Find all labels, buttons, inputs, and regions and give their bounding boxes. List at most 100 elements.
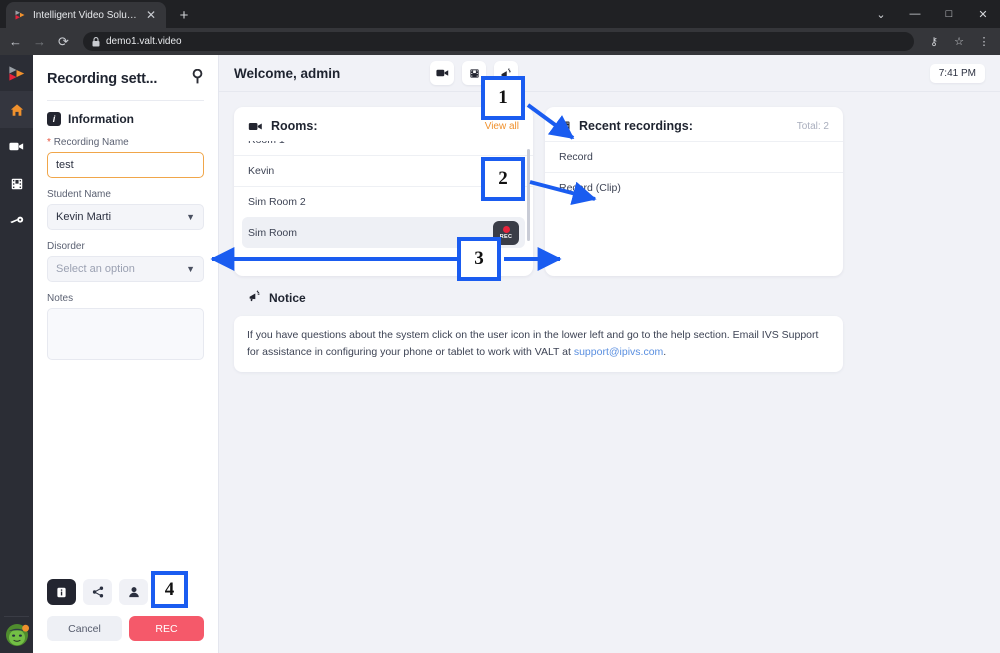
person-tool-button[interactable] <box>119 579 148 605</box>
clock-display: 7:41 PM <box>929 63 985 83</box>
maximize-icon[interactable]: □ <box>932 0 966 28</box>
pin-icon[interactable] <box>191 68 204 89</box>
student-name-field: Student Name Kevin Marti ▼ <box>33 189 218 230</box>
disorder-value: Select an option <box>56 263 135 275</box>
room-label: Kevin <box>248 165 275 177</box>
view-all-link[interactable]: View all <box>485 121 519 132</box>
topbar-camera-button[interactable] <box>430 61 455 85</box>
megaphone-icon <box>248 289 261 307</box>
annotation-marker-1: 1 <box>481 76 525 120</box>
recent-card-title: Recent recordings: <box>579 119 693 133</box>
back-icon[interactable]: ← <box>8 34 23 49</box>
video-camera-icon <box>248 121 263 132</box>
screenshot-root: Intelligent Video Solutions ✕ + ⌄ — □ ✕ … <box>0 0 1000 653</box>
annotation-marker-2: 2 <box>481 157 525 201</box>
sidebar-item-access[interactable] <box>0 202 33 239</box>
list-item[interactable]: Record (Clip) <box>545 172 843 203</box>
key-icon <box>10 216 24 224</box>
support-email-link[interactable]: support@ipivs.com <box>574 346 663 358</box>
address-bar-url: demo1.valt.video <box>106 36 182 47</box>
sidebar-item-home[interactable] <box>0 91 33 128</box>
notes-textarea[interactable] <box>47 308 204 360</box>
window-controls: ⌄ — □ ✕ <box>864 0 1000 28</box>
action-button-row: Cancel REC <box>47 616 204 641</box>
sidebar-rec-button[interactable]: REC <box>129 616 204 641</box>
reload-icon[interactable]: ⟳ <box>56 34 71 50</box>
film-icon <box>11 178 22 189</box>
table-row[interactable]: Room 1 <box>234 141 533 155</box>
window-close-icon[interactable]: ✕ <box>966 0 1000 28</box>
sidebar-item-rooms[interactable] <box>0 128 33 165</box>
info-icon: i <box>47 112 61 126</box>
disorder-select[interactable]: Select an option ▼ <box>47 256 204 282</box>
recent-card-header: Recent recordings: Total: 2 <box>545 107 843 141</box>
camera-icon <box>436 69 448 77</box>
room-label: Room 1 <box>248 141 285 146</box>
notice-body: If you have questions about the system c… <box>234 316 843 372</box>
browser-tab[interactable]: Intelligent Video Solutions ✕ <box>6 2 166 28</box>
pin-glyph <box>192 68 203 84</box>
browser-menu-icon[interactable]: ⋮ <box>976 35 992 48</box>
ivs-favicon <box>15 10 25 20</box>
disorder-label: Disorder <box>47 241 85 252</box>
app-logo <box>0 55 33 91</box>
room-label: Sim Room <box>248 226 298 239</box>
recording-name-field: * Recording Name <box>33 137 218 178</box>
recent-recordings-list: Record Record (Clip) <box>545 141 843 203</box>
chevron-down-icon: ▼ <box>186 264 195 274</box>
recording-name-input[interactable] <box>47 152 204 178</box>
close-icon[interactable]: ✕ <box>144 8 158 22</box>
record-dot-icon <box>502 225 510 233</box>
app-body: Recording sett... i Information * Record… <box>0 55 1000 653</box>
lock-icon <box>92 36 100 46</box>
avatar-icon <box>5 624 29 646</box>
main-content: Welcome, admin 7:41 PM Rooms: View all K… <box>219 55 1000 653</box>
browser-tab-title: Intelligent Video Solutions <box>33 9 137 21</box>
information-section-header: i Information <box>33 101 218 126</box>
megaphone-glyph <box>249 290 260 302</box>
welcome-title: Welcome, admin <box>234 65 341 81</box>
key-icon[interactable]: ⚷ <box>926 35 942 48</box>
film-glyph <box>560 121 570 131</box>
required-marker: * <box>47 137 51 148</box>
card-row: Rooms: View all Room 1 Kevin <box>234 107 985 276</box>
forward-icon[interactable]: → <box>32 34 47 49</box>
share-tool-button[interactable] <box>83 579 112 605</box>
annotation-marker-3: 3 <box>457 237 501 281</box>
recording-settings-panel: Recording sett... i Information * Record… <box>33 55 219 653</box>
rooms-list-scrollbar[interactable] <box>527 149 530 241</box>
main-topbar: Welcome, admin 7:41 PM <box>219 55 1000 92</box>
student-name-select[interactable]: Kevin Marti ▼ <box>47 204 204 230</box>
browser-tab-strip: Intelligent Video Solutions ✕ + ⌄ — □ ✕ <box>0 0 1000 28</box>
minimize-icon[interactable]: — <box>898 0 932 28</box>
rooms-card-title: Rooms: <box>271 119 318 133</box>
notice-text: If you have questions about the system c… <box>247 329 819 358</box>
film-icon <box>559 120 571 132</box>
home-icon <box>10 103 23 116</box>
share-icon <box>92 586 103 598</box>
sidebar-item-recordings[interactable] <box>0 165 33 202</box>
info-icon <box>57 587 66 597</box>
recent-recordings-card: Recent recordings: Total: 2 Record Recor… <box>545 107 843 276</box>
recording-name-label: * Recording Name <box>47 137 204 148</box>
address-bar[interactable]: demo1.valt.video <box>83 32 914 51</box>
notes-label: Notes <box>47 293 74 304</box>
chevron-down-icon[interactable]: ⌄ <box>864 0 898 28</box>
left-nav-rail <box>0 55 33 653</box>
info-tool-button[interactable] <box>47 579 76 605</box>
user-avatar[interactable] <box>5 623 29 647</box>
room-label: Sim Room 2 <box>248 196 306 208</box>
cancel-button[interactable]: Cancel <box>47 616 122 641</box>
list-item[interactable]: Record <box>545 141 843 172</box>
recording-label: Record <box>559 151 593 163</box>
new-tab-button[interactable]: + <box>172 4 196 28</box>
disorder-field: Disorder Select an option ▼ <box>33 241 218 282</box>
chevron-down-icon: ▼ <box>186 212 195 222</box>
recording-label: Record (Clip) <box>559 182 621 194</box>
camera-icon <box>9 142 24 151</box>
annotation-marker-4: 4 <box>151 571 188 608</box>
rail-divider <box>4 616 29 617</box>
star-icon[interactable]: ☆ <box>951 35 967 48</box>
dashboard-content: Rooms: View all Room 1 Kevin <box>219 92 1000 653</box>
student-name-label: Student Name <box>47 189 111 200</box>
